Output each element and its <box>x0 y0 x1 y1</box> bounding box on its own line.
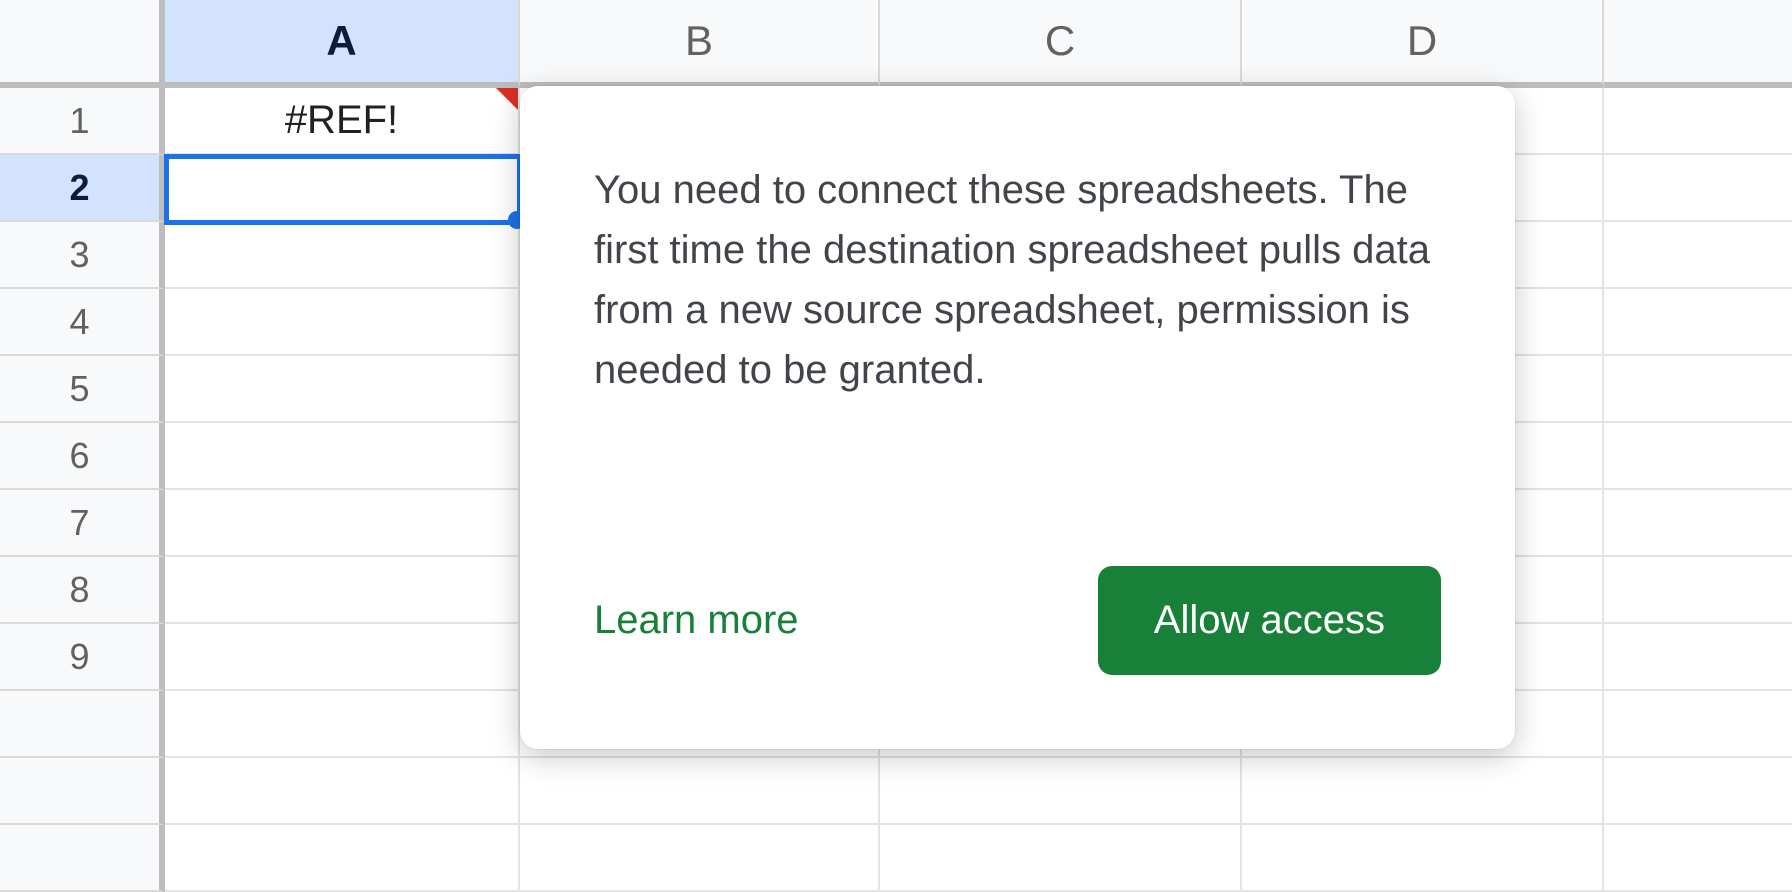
cell-a7[interactable] <box>165 490 520 557</box>
cell-b11[interactable] <box>520 758 880 825</box>
cell-e7[interactable] <box>1604 490 1792 557</box>
cell-e1[interactable] <box>1604 88 1792 155</box>
cell-e2[interactable] <box>1604 155 1792 222</box>
cell-e10[interactable] <box>1604 691 1792 758</box>
cell-e5[interactable] <box>1604 356 1792 423</box>
row-header-5[interactable]: 5 <box>0 356 165 423</box>
row-header-4[interactable]: 4 <box>0 289 165 356</box>
cell-a10[interactable] <box>165 691 520 758</box>
popover-actions: Learn more Allow access <box>594 566 1441 675</box>
row-header-12[interactable] <box>0 825 165 892</box>
learn-more-link[interactable]: Learn more <box>594 598 799 643</box>
cell-a8[interactable] <box>165 557 520 624</box>
row-header-9[interactable]: 9 <box>0 624 165 691</box>
row-header-10[interactable] <box>0 691 165 758</box>
row-header-3[interactable]: 3 <box>0 222 165 289</box>
allow-access-button[interactable]: Allow access <box>1098 566 1441 675</box>
row-header-6[interactable]: 6 <box>0 423 165 490</box>
column-header-a[interactable]: A <box>165 0 520 88</box>
column-headers: A B C D <box>165 0 1792 88</box>
cell-e12[interactable] <box>1604 825 1792 892</box>
cell-a12[interactable] <box>165 825 520 892</box>
column-header-d[interactable]: D <box>1242 0 1604 88</box>
cell-d12[interactable] <box>1242 825 1604 892</box>
cell-e3[interactable] <box>1604 222 1792 289</box>
select-all-corner[interactable] <box>0 0 165 88</box>
cell-a11[interactable] <box>165 758 520 825</box>
cell-c11[interactable] <box>880 758 1242 825</box>
cell-e8[interactable] <box>1604 557 1792 624</box>
row-header-11[interactable] <box>0 758 165 825</box>
cell-a4[interactable] <box>165 289 520 356</box>
permission-popover: You need to connect these spreadsheets. … <box>520 86 1515 749</box>
column-header-e[interactable] <box>1604 0 1792 88</box>
cell-a1[interactable]: #REF! <box>165 88 520 155</box>
table-row <box>165 825 1792 892</box>
table-row <box>165 758 1792 825</box>
row-headers: 1 2 3 4 5 6 7 8 9 <box>0 88 165 892</box>
cell-c12[interactable] <box>880 825 1242 892</box>
column-header-b[interactable]: B <box>520 0 880 88</box>
spreadsheet-grid: A B C D 1 2 3 4 5 6 7 8 9 #REF! <box>0 0 1792 868</box>
popover-message: You need to connect these spreadsheets. … <box>594 160 1441 400</box>
cell-e6[interactable] <box>1604 423 1792 490</box>
row-header-1[interactable]: 1 <box>0 88 165 155</box>
column-header-c[interactable]: C <box>880 0 1242 88</box>
row-header-7[interactable]: 7 <box>0 490 165 557</box>
cell-a6[interactable] <box>165 423 520 490</box>
cell-e4[interactable] <box>1604 289 1792 356</box>
cell-a3[interactable] <box>165 222 520 289</box>
cell-d11[interactable] <box>1242 758 1604 825</box>
cell-a2[interactable] <box>165 155 520 222</box>
cell-a5[interactable] <box>165 356 520 423</box>
row-header-8[interactable]: 8 <box>0 557 165 624</box>
cell-b12[interactable] <box>520 825 880 892</box>
cell-e9[interactable] <box>1604 624 1792 691</box>
row-header-2[interactable]: 2 <box>0 155 165 222</box>
cell-e11[interactable] <box>1604 758 1792 825</box>
cell-a9[interactable] <box>165 624 520 691</box>
